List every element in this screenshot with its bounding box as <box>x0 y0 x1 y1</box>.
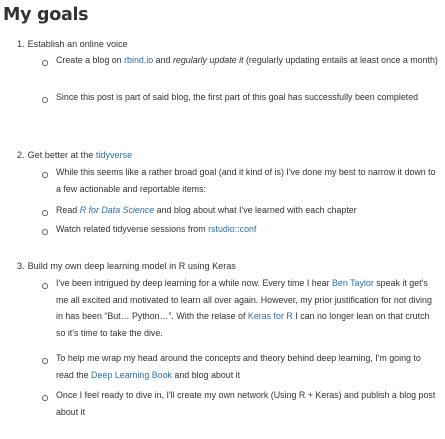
bullet-icon <box>42 60 48 66</box>
goal-3-bullet-1: I've been intrigued by deep learning for… <box>56 275 440 341</box>
goal-2-bullet-3: Watch related tidyverse sessions from rs… <box>56 221 440 238</box>
page-title: My goals <box>3 5 89 25</box>
r4ds-link[interactable]: R for Data Science <box>80 205 154 215</box>
goal-number: 3. <box>17 261 25 271</box>
goal-number: 2. <box>17 150 25 160</box>
bullet-icon <box>42 283 48 289</box>
keras-for-r-link[interactable]: Keras for R <box>248 311 293 321</box>
goals-page: My goals 1. Establish an online voice Cre… <box>0 0 445 439</box>
bullet-text: and <box>153 55 173 65</box>
goal-2-bullet-1: While this seems like a rather broad goa… <box>56 164 440 197</box>
emphasis-text: regularly update it <box>172 55 244 65</box>
bullet-text: I've been intrigued by deep learning for… <box>56 278 332 288</box>
goal-label: Establish an online voice <box>27 39 128 49</box>
bullet-text: Watch related tidyverse sessions from <box>56 224 209 234</box>
goal-1: 1. Establish an online voice <box>17 38 128 50</box>
goal-3-bullet-3: Once I feel ready to dive in, I'll creat… <box>56 387 440 420</box>
goal-3: 3. Build my own deep learning model in R … <box>17 260 236 272</box>
bullet-text: and blog about it <box>171 369 241 380</box>
bullet-icon <box>42 358 48 364</box>
goal-number: 1. <box>17 39 25 49</box>
bullet-text: and blog about what I've learned with ea… <box>154 205 357 215</box>
goal-3-bullet-2: To help me wrap my head around the conce… <box>56 350 440 383</box>
link-text: R for Data Science <box>79 205 155 215</box>
goal-label: Build my own deep learning model in R us… <box>27 261 236 271</box>
goal-2-bullet-2: Read R for Data Science and blog about w… <box>56 202 440 219</box>
bullet-text: (regularly updating entails at least onc… <box>243 55 438 65</box>
ben-taylor-link[interactable]: Ben Taylor <box>332 278 374 288</box>
tidyverse-link[interactable]: tidyverse <box>96 150 132 160</box>
bullet-icon <box>42 229 48 235</box>
goal-1-bullet-1: Create a blog on rbind.io and regularly … <box>56 52 440 69</box>
goal-2: 2. Get better at the tidyverse <box>17 149 132 161</box>
bullet-icon <box>42 395 48 401</box>
bullet-text: Since this post is part of said blog, th… <box>56 92 419 102</box>
bullet-text: Read <box>56 205 80 215</box>
goal-label: Get better at the <box>27 150 96 160</box>
bullet-text: Once I feel ready to dive in, I'll creat… <box>56 390 436 417</box>
rstudio-conf-link[interactable]: rstudio::conf <box>208 224 256 234</box>
bullet-text: While this seems like a rather broad goa… <box>56 167 436 194</box>
bullet-icon <box>42 97 48 103</box>
rbind-link[interactable]: rbind.io <box>124 55 153 65</box>
deep-learning-book-link[interactable]: Deep Learning Book <box>91 370 172 380</box>
goal-1-bullet-2: Since this post is part of said blog, th… <box>56 89 440 106</box>
bullet-icon <box>42 210 48 216</box>
bullet-icon <box>42 172 48 178</box>
bullet-text: Create a blog on <box>56 55 125 65</box>
